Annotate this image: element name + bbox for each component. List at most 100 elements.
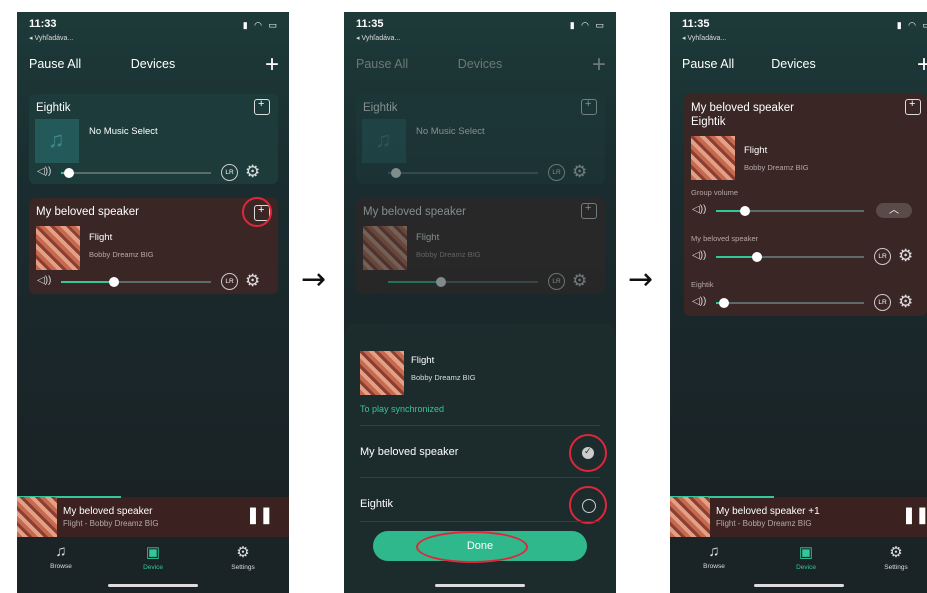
album-art (360, 351, 404, 395)
track-title: Flight (744, 145, 768, 156)
group-add-icon (581, 98, 597, 115)
lr-icon[interactable]: LR (221, 273, 238, 290)
sheet-track-title: Flight (411, 355, 435, 366)
group-title-2: Eightik (691, 116, 726, 128)
device-icon: ▣ (798, 544, 814, 561)
tab-bar: ♫ Browse ▣ Device ⚙ Settings (17, 537, 289, 593)
lr-icon: LR (548, 273, 565, 290)
lr-icon[interactable]: LR (874, 294, 891, 311)
gear-icon: ⚙ (572, 162, 588, 181)
add-icon[interactable]: + (265, 51, 279, 79)
speaker-icon: ◁)) (692, 250, 707, 261)
device-card-eightik[interactable]: Eightik No Music Select ◁)) LR ⚙ (29, 94, 278, 184)
add-icon[interactable]: + (917, 51, 927, 79)
phone-screen-1: 11:33 ◂ Vyhľadáva... ▮ ◠ ▭ Pause All Dev… (17, 12, 289, 593)
highlight-ellipse (416, 531, 528, 563)
track-title: No Music Select (89, 126, 158, 137)
pause-icon[interactable]: ❚❚ (246, 505, 273, 525)
tab-settings[interactable]: ⚙ Settings (213, 543, 273, 571)
option-eightik[interactable]: Eightik (360, 498, 393, 510)
device-name: Eightik (36, 102, 71, 114)
group-volume-slider[interactable] (716, 206, 864, 216)
tab-browse[interactable]: ♫ Browse (684, 543, 744, 570)
divider (360, 521, 600, 522)
highlight-circle (569, 486, 607, 524)
status-icons: ▮ ◠ ▭ (569, 20, 606, 30)
tab-device[interactable]: ▣ Device (123, 543, 183, 571)
pause-icon[interactable]: ❚❚ (902, 505, 927, 525)
chevron-up-icon[interactable]: ︿ (876, 203, 912, 218)
highlight-circle (242, 197, 272, 227)
mini-player[interactable]: My beloved speaker +1 Flight - Bobby Dre… (670, 496, 927, 537)
status-icons: ▮ ◠ ▭ (896, 20, 927, 30)
lr-icon[interactable]: LR (221, 164, 238, 181)
gear-icon: ⚙ (572, 271, 588, 290)
device-icon: ▣ (145, 544, 161, 561)
volume-slider[interactable] (716, 252, 864, 262)
group-add-icon[interactable] (254, 98, 270, 115)
tab-settings[interactable]: ⚙ Settings (866, 543, 926, 571)
speaker-icon: ◁)) (37, 166, 52, 177)
mini-player-subtitle: Flight - Bobby Dreamz BIG (716, 519, 812, 528)
highlight-circle (569, 434, 607, 472)
page-title: Devices (130, 57, 176, 71)
group-card[interactable]: My beloved speaker Eightik Flight Bobby … (684, 94, 927, 316)
home-indicator (753, 584, 844, 587)
album-art-placeholder (362, 119, 406, 163)
group-volume-label: Group volume (691, 188, 739, 197)
gear-icon[interactable]: ⚙ (898, 293, 913, 310)
status-time: 11:35 (682, 18, 710, 30)
group-add-icon (581, 202, 597, 219)
track-title: Flight (89, 232, 113, 243)
mini-player-title: My beloved speaker +1 (716, 506, 820, 517)
speaker-icon: ◁)) (37, 275, 52, 286)
nav-bar: Pause All Devices + (670, 51, 927, 79)
device-card-eightik: Eightik No Music Select LR ⚙ (356, 94, 605, 184)
device-name: My beloved speaker (36, 206, 139, 218)
back-link[interactable]: ◂ Vyhľadáva... (682, 34, 726, 42)
speaker-label: Eightik (691, 280, 714, 289)
album-art (670, 497, 710, 537)
volume-slider[interactable] (716, 298, 864, 308)
nav-bar: Pause All Devices + (17, 51, 289, 79)
tab-browse[interactable]: ♫ Browse (31, 543, 91, 570)
arrow-right-icon: → (628, 262, 654, 297)
music-note-icon: ♫ (708, 543, 720, 560)
album-art (36, 226, 80, 270)
status-time: 11:33 (29, 18, 57, 30)
volume-slider (388, 277, 538, 287)
phone-screen-3: 11:35 ◂ Vyhľadáva... ▮ ◠ ▭ Pause All Dev… (670, 12, 927, 593)
volume-slider[interactable] (61, 168, 211, 178)
tab-device[interactable]: ▣ Device (776, 543, 836, 571)
add-icon[interactable]: + (592, 51, 606, 79)
album-art (691, 136, 735, 180)
group-add-icon[interactable] (905, 98, 921, 115)
mini-player[interactable]: My beloved speaker Flight - Bobby Dreamz… (17, 496, 289, 537)
status-time: 11:35 (356, 18, 384, 30)
lr-icon: LR (548, 164, 565, 181)
device-name: Eightik (363, 102, 398, 114)
settings-icon: ⚙ (236, 544, 250, 561)
volume-slider[interactable] (61, 277, 211, 287)
page-title: Devices (457, 57, 503, 71)
mini-player-title: My beloved speaker (63, 506, 153, 517)
speaker-icon: ◁)) (692, 204, 707, 215)
nav-bar: Pause All Devices + (344, 51, 616, 79)
speaker-icon: ◁)) (692, 296, 707, 307)
option-beloved-speaker[interactable]: My beloved speaker (360, 446, 458, 458)
back-link[interactable]: ◂ Vyhľadáva... (29, 34, 73, 42)
album-art (363, 226, 407, 270)
gear-icon[interactable]: ⚙ (245, 163, 260, 180)
divider (360, 477, 600, 478)
phone-screen-2: 11:35 ◂ Vyhľadáva... ▮ ◠ ▭ Pause All Dev… (344, 12, 616, 593)
gear-icon[interactable]: ⚙ (245, 272, 260, 289)
back-link[interactable]: ◂ Vyhľadáva... (356, 34, 400, 42)
lr-icon[interactable]: LR (874, 248, 891, 265)
device-card-beloved[interactable]: My beloved speaker Flight Bobby Dreamz B… (29, 197, 278, 294)
settings-icon: ⚙ (889, 544, 903, 561)
gear-icon[interactable]: ⚙ (898, 247, 913, 264)
sync-label: To play synchronized (360, 404, 445, 414)
home-indicator (108, 584, 198, 587)
mini-player-subtitle: Flight - Bobby Dreamz BIG (63, 519, 159, 528)
arrow-right-icon: → (301, 262, 327, 297)
